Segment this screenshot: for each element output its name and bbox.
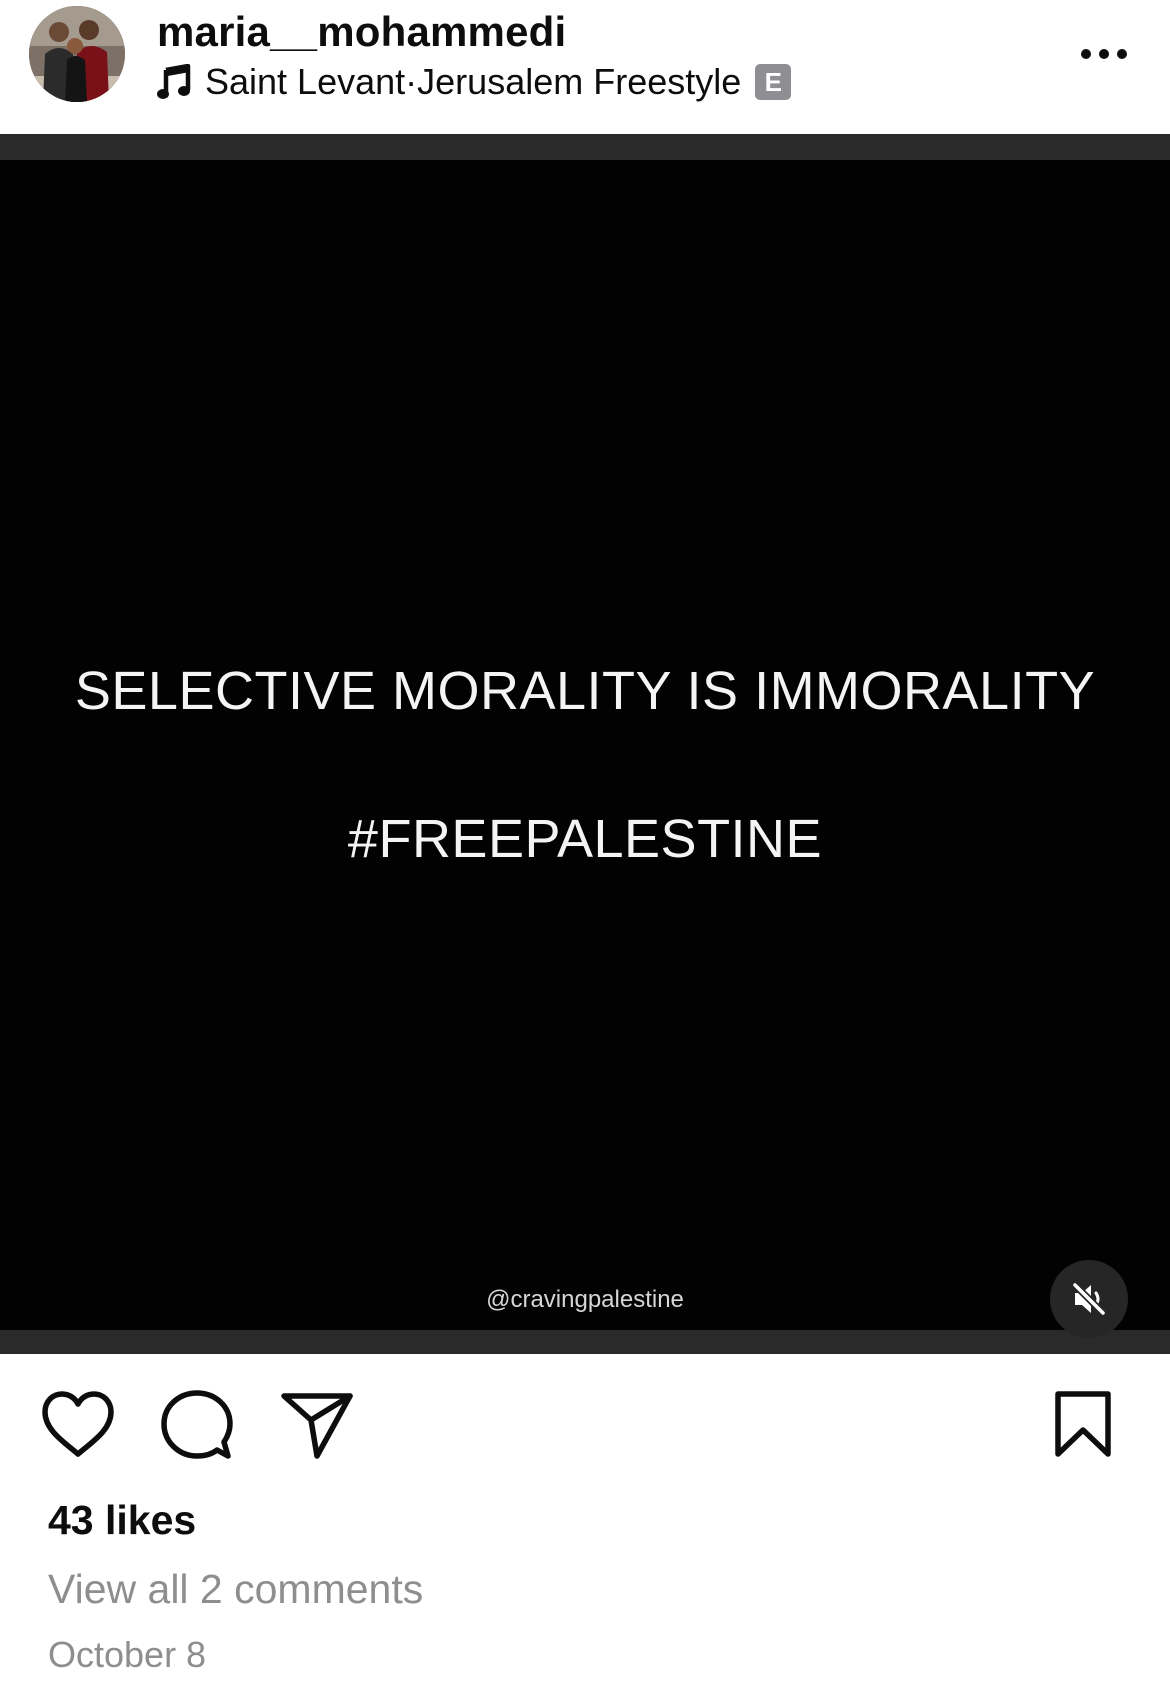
media-text-hashtag: #FREEPALESTINE [347, 809, 823, 869]
media-watermark: @cravingpalestine [486, 1286, 684, 1313]
more-options-icon [1081, 49, 1127, 59]
speaker-muted-icon [1071, 1281, 1107, 1317]
audio-attribution[interactable]: Saint Levant · Jerusalem Freestyle E [157, 60, 792, 104]
save-button[interactable] [1052, 1390, 1114, 1460]
media-text-line-1: SELECTIVE MORALITY IS IMMORALITY [74, 661, 1096, 721]
post-header: maria__mohammedi Saint Levant · Jerusale… [0, 0, 1170, 134]
like-button[interactable] [40, 1390, 116, 1460]
avatar-photo [29, 6, 125, 102]
send-icon [281, 1393, 353, 1459]
username[interactable]: maria__mohammedi [157, 6, 566, 58]
likes-count[interactable]: 43 likes [48, 1495, 196, 1545]
comment-button[interactable] [160, 1388, 234, 1462]
view-comments-link[interactable]: View all 2 comments [48, 1564, 423, 1614]
comment-icon [161, 1390, 233, 1459]
audio-track: Jerusalem Freestyle [417, 61, 742, 102]
media-frame: SELECTIVE MORALITY IS IMMORALITY #FREEPA… [0, 160, 1170, 1338]
avatar[interactable] [29, 6, 125, 102]
post-media[interactable]: SELECTIVE MORALITY IS IMMORALITY #FREEPA… [0, 134, 1170, 1354]
audio-separator: · [405, 61, 418, 102]
explicit-badge: E [755, 64, 792, 100]
heart-icon [42, 1391, 114, 1457]
more-options-button[interactable] [1076, 30, 1132, 78]
music-note-icon [157, 64, 191, 99]
bookmark-icon [1055, 1391, 1111, 1457]
audio-artist: Saint Levant [205, 61, 406, 102]
share-button[interactable] [280, 1390, 354, 1460]
mute-toggle-button[interactable] [1050, 1260, 1128, 1338]
post-date: October 8 [48, 1634, 207, 1675]
